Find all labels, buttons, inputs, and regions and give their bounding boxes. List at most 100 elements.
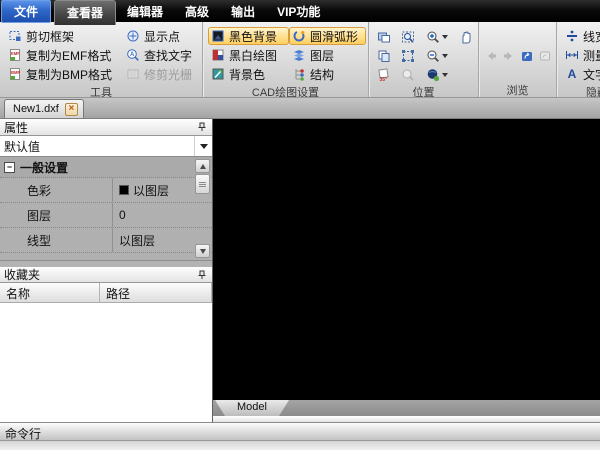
scrollbar-thumb[interactable] — [195, 174, 210, 194]
black-background-toggle[interactable]: 黑色背景 — [208, 27, 289, 45]
black-white-draw-button[interactable]: 黑白绘图 — [208, 46, 289, 64]
line-width-label: 线宽 — [583, 29, 600, 44]
property-row-linetype[interactable]: 线型 以图层 — [0, 228, 212, 253]
zoom-out-dropdown-icon[interactable] — [441, 53, 448, 58]
trim-raster-button: 修剪光栅 — [123, 65, 199, 83]
property-row-layer[interactable]: 图层 0 — [0, 203, 212, 228]
save-view-button — [538, 29, 552, 82]
background-color-button[interactable]: 背景色 — [208, 65, 289, 83]
tab-close-icon[interactable]: × — [64, 102, 78, 116]
chevron-down-icon[interactable] — [194, 136, 212, 156]
pin-icon[interactable] — [197, 122, 207, 132]
zoom-3d-dropdown-icon[interactable] — [441, 72, 448, 77]
layout-tab-strip: Model — [213, 400, 600, 416]
zoom-3d-orbit-button[interactable] — [420, 65, 453, 84]
menu-item-editor[interactable]: 编辑器 — [116, 0, 174, 23]
restore-view-icon — [522, 51, 532, 61]
show-points-label: 显示点 — [144, 29, 181, 44]
rotate-angle-button[interactable]: 35° — [372, 65, 396, 84]
fit-window-icon — [378, 32, 390, 42]
layers-label: 图层 — [309, 48, 334, 63]
property-value[interactable]: 0 — [112, 203, 194, 227]
show-points-button[interactable]: 显示点 — [123, 27, 199, 45]
copy-emf-button[interactable]: EMF 复制为EMF格式 — [5, 46, 123, 64]
favorites-list[interactable] — [0, 303, 212, 422]
property-value[interactable]: 以图层 — [112, 178, 194, 202]
find-text-button[interactable]: A 查找文字 — [123, 46, 199, 64]
menu-bar: 文件 查看器 编辑器 高级 输出 VIP功能 — [0, 0, 600, 25]
pan-button[interactable] — [453, 27, 478, 46]
menu-item-vip[interactable]: VIP功能 — [266, 0, 331, 23]
color-swatch — [119, 185, 129, 195]
ribbon-group-cad-settings: 黑色背景 黑白绘图 背景色 圆滑弧形 图层 结构 CAD绘图设置 — [203, 22, 369, 97]
group-label-tools: 工具 — [90, 87, 112, 97]
property-group-label: 一般设置 — [20, 160, 69, 175]
property-row-color[interactable]: 色彩 以图层 — [0, 178, 212, 203]
line-width-button[interactable]: 线宽 — [562, 27, 600, 45]
zoom-in-button[interactable] — [420, 27, 453, 46]
copy-view-button[interactable] — [372, 46, 396, 65]
main-area: 属性 默认值 − 一般设置 色彩 以图层 图层 0 线型 以图层 收藏夹 名称 … — [0, 119, 600, 422]
property-value-text: 以图层 — [133, 183, 170, 198]
property-label: 线型 — [27, 233, 52, 248]
menu-item-viewer[interactable]: 查看器 — [54, 0, 117, 25]
property-value[interactable]: 以图层 — [112, 228, 194, 252]
scroll-up-icon[interactable] — [195, 159, 210, 173]
menu-item-output[interactable]: 输出 — [220, 0, 266, 23]
command-line-bar[interactable]: 命令行 — [0, 422, 600, 441]
ribbon-group-tools: 剪切框架 EMF 复制为EMF格式 BMP 复制为BMP格式 显示点 A 查找文… — [0, 22, 203, 97]
svg-text:35°: 35° — [380, 77, 388, 82]
favorites-title: 收藏夹 — [4, 268, 41, 282]
model-tab[interactable]: Model — [215, 400, 289, 416]
scroll-down-icon[interactable] — [195, 244, 210, 258]
forward-button — [502, 29, 516, 82]
property-group-row[interactable]: − 一般设置 — [0, 157, 212, 178]
black-white-draw-icon — [212, 49, 224, 61]
zoom-extents-icon — [402, 49, 414, 62]
smooth-arc-toggle[interactable]: 圆滑弧形 — [288, 27, 366, 45]
text-label: 文字 — [583, 67, 600, 82]
favorites-column-name[interactable]: 名称 — [0, 283, 100, 303]
property-grid: − 一般设置 色彩 以图层 图层 0 线型 以图层 — [0, 157, 212, 261]
menu-item-advanced[interactable]: 高级 — [174, 0, 220, 23]
fit-window-button[interactable] — [372, 27, 396, 46]
cut-frame-button[interactable]: 剪切框架 — [5, 27, 123, 45]
find-text-label: 查找文字 — [144, 48, 193, 63]
zoom-in-dropdown-icon[interactable] — [441, 34, 448, 39]
trim-raster-icon — [127, 69, 139, 79]
menu-item-file[interactable]: 文件 — [1, 0, 52, 23]
zoom-out-icon — [427, 50, 439, 62]
ribbon-group-position: 35° 位置 — [369, 22, 479, 97]
black-white-draw-label: 黑白绘图 — [229, 48, 278, 63]
drawing-area: Model — [213, 119, 600, 422]
favorites-header: 收藏夹 — [0, 267, 212, 283]
pin-icon[interactable] — [197, 270, 207, 280]
copy-emf-label: 复制为EMF格式 — [26, 48, 112, 63]
layers-button[interactable]: 图层 — [289, 46, 366, 64]
favorites-column-path[interactable]: 路径 — [100, 283, 212, 303]
measure-button[interactable]: 测量 — [562, 46, 600, 64]
document-tab-new1[interactable]: New1.dxf × — [4, 99, 84, 118]
collapse-icon[interactable]: − — [4, 161, 15, 173]
rotate-angle-35-icon: 35° — [378, 67, 389, 82]
drawing-canvas[interactable] — [213, 119, 600, 400]
copy-view-icon — [378, 50, 390, 62]
copy-emf-icon: EMF — [10, 49, 20, 61]
zoom-extents-button[interactable] — [396, 46, 420, 65]
property-preset-select[interactable]: 默认值 — [0, 136, 212, 157]
property-scrollbar[interactable] — [195, 159, 210, 258]
zoom-window-button[interactable] — [396, 27, 420, 46]
property-label: 图层 — [27, 208, 52, 223]
zoom-window-icon — [402, 31, 414, 42]
zoom-out-button[interactable] — [420, 46, 453, 65]
restore-view-button[interactable] — [520, 29, 534, 82]
measure-label: 测量 — [583, 48, 600, 63]
smooth-arc-label: 圆滑弧形 — [309, 29, 358, 44]
structure-button[interactable]: 结构 — [289, 65, 366, 83]
background-color-label: 背景色 — [229, 67, 266, 82]
smooth-arc-icon — [293, 30, 305, 42]
text-button[interactable]: A 文字 — [562, 65, 600, 83]
svg-text:EMF: EMF — [11, 51, 20, 56]
copy-bmp-button[interactable]: BMP 复制为BMP格式 — [5, 65, 123, 83]
property-value-text: 0 — [119, 208, 126, 222]
